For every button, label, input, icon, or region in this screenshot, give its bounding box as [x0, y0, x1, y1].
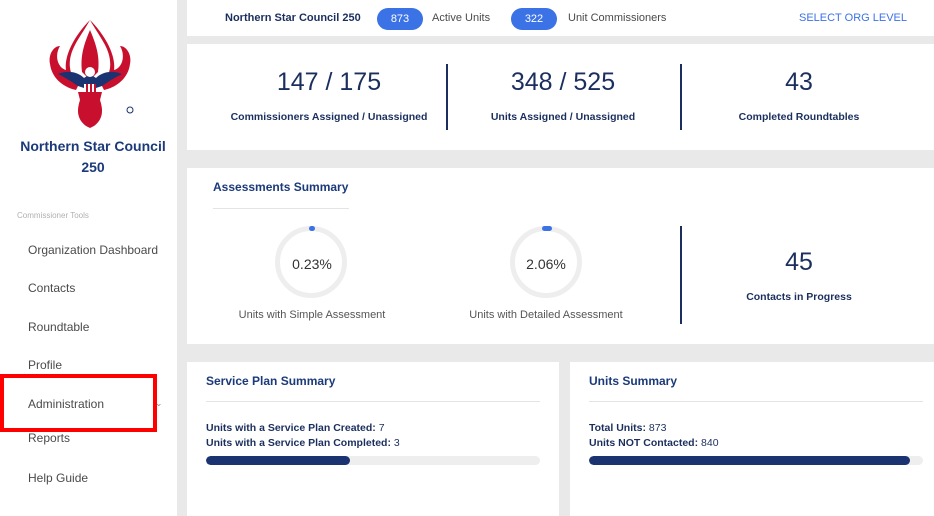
units-summary-title: Units Summary	[589, 374, 678, 388]
sidebar-item-profile[interactable]: Profile	[28, 358, 62, 372]
service-plan-progress-fill	[206, 456, 350, 465]
top-bar: Northern Star Council 250 873 Active Uni…	[187, 0, 934, 36]
commissioners-label: Commissioners Assigned / Unassigned	[230, 111, 428, 123]
fleur-de-lis-logo-icon	[49, 20, 134, 128]
units-not-contacted-row: Units NOT Contacted: 840	[589, 437, 719, 449]
contacts-in-progress-value: 45	[785, 248, 813, 276]
total-units-row: Total Units: 873	[589, 422, 667, 434]
active-units-label: Active Units	[432, 12, 491, 24]
title-underline	[213, 208, 349, 209]
detailed-assessment-progress-indicator	[542, 226, 552, 231]
roundtables-stat: 43 Completed Roundtables	[687, 68, 911, 123]
commissioner-tools-label: Commissioner Tools	[17, 211, 89, 220]
select-org-level-button[interactable]: SELECT ORG LEVEL	[799, 12, 907, 24]
active-units-count-badge: 873	[377, 8, 423, 30]
units-stat: 348 / 525 Units Assigned / Unassigned	[451, 68, 675, 123]
highlight-annotation-box	[0, 374, 157, 432]
sidebar-item-reports[interactable]: Reports	[28, 431, 70, 445]
units-summary-panel: Units Summary Total Units: 873 Units NOT…	[570, 362, 934, 516]
sidebar-item-help-guide[interactable]: Help Guide	[28, 471, 88, 485]
roundtables-label: Completed Roundtables	[738, 111, 860, 123]
sidebar: Northern Star Council 250 Commissioner T…	[0, 0, 177, 516]
units-summary-progress-fill	[589, 456, 911, 465]
unit-commissioners-label: Unit Commissioners	[568, 12, 667, 24]
commissioners-stat: 147 / 175 Commissioners Assigned / Unass…	[217, 68, 441, 123]
detailed-assessment-value: 2.06%	[526, 256, 566, 272]
units-not-contacted-value: 840	[701, 437, 719, 449]
simple-assessment-progress-indicator	[309, 226, 315, 231]
simple-assessment-value: 0.23%	[292, 256, 332, 272]
assessments-panel: Assessments Summary 0.23% Units with Sim…	[187, 168, 934, 344]
assessments-title: Assessments Summary	[213, 180, 349, 194]
divider	[680, 226, 682, 324]
service-plan-completed-row: Units with a Service Plan Completed: 3	[206, 437, 400, 449]
sidebar-item-contacts[interactable]: Contacts	[28, 281, 75, 295]
org-name: Northern Star Council 250	[225, 12, 361, 24]
divider	[446, 64, 448, 130]
contacts-in-progress-stat: 45 Contacts in Progress	[687, 248, 911, 303]
service-plan-title: Service Plan Summary	[206, 374, 336, 388]
service-plan-panel: Service Plan Summary Units with a Servic…	[187, 362, 559, 516]
unit-commissioners-count-badge: 322	[511, 8, 557, 30]
summary-stats-panel: 147 / 175 Commissioners Assigned / Unass…	[187, 44, 934, 150]
simple-assessment-label: Units with Simple Assessment	[238, 309, 386, 321]
units-label: Units Assigned / Unassigned	[490, 111, 636, 123]
divider	[680, 64, 682, 130]
detailed-assessment-label: Units with Detailed Assessment	[469, 309, 623, 321]
service-plan-created-value: 7	[378, 422, 385, 434]
service-plan-progress-bar	[206, 456, 540, 465]
service-plan-completed-value: 3	[393, 437, 400, 449]
units-value: 348 / 525	[510, 68, 616, 96]
service-plan-created-row: Units with a Service Plan Created: 7	[206, 422, 385, 434]
council-name: Northern Star Council 250	[20, 138, 166, 175]
total-units-value: 873	[648, 422, 667, 434]
sidebar-item-organization-dashboard[interactable]: Organization Dashboard	[28, 243, 158, 257]
commissioners-value: 147 / 175	[276, 68, 382, 96]
roundtables-value: 43	[785, 68, 813, 96]
sidebar-item-roundtable[interactable]: Roundtable	[28, 320, 89, 334]
title-underline	[206, 401, 540, 402]
units-summary-progress-bar	[589, 456, 923, 465]
contacts-in-progress-label: Contacts in Progress	[746, 291, 852, 303]
title-underline	[589, 401, 923, 402]
